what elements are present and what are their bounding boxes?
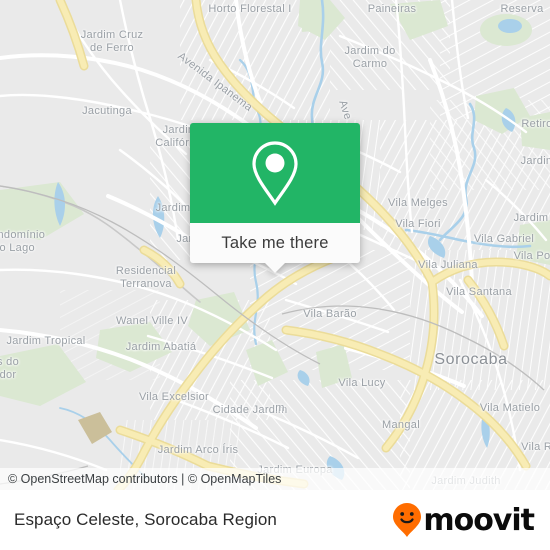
- callout-pointer: [264, 262, 286, 273]
- map-screen: Horto Florestal I Paineiras Reserva Jardim …: [0, 0, 550, 550]
- location-callout-card[interactable]: Take me there: [190, 123, 360, 273]
- moovit-smiley-pin-icon: [393, 503, 422, 537]
- moovit-logo[interactable]: moovit: [392, 502, 535, 538]
- footer-bar: Espaço Celeste, Sorocaba Region moovit: [0, 490, 550, 550]
- map-attribution: © OpenStreetMap contributors | © OpenMap…: [0, 468, 550, 490]
- moovit-wordmark: moovit: [423, 502, 535, 538]
- place-name-label: Espaço Celeste, Sorocaba Region: [14, 510, 277, 529]
- callout-marker-area: [190, 123, 360, 223]
- take-me-there-label: Take me there: [221, 233, 329, 252]
- take-me-there-button[interactable]: Take me there: [190, 223, 360, 263]
- map-pin-icon: [252, 141, 298, 206]
